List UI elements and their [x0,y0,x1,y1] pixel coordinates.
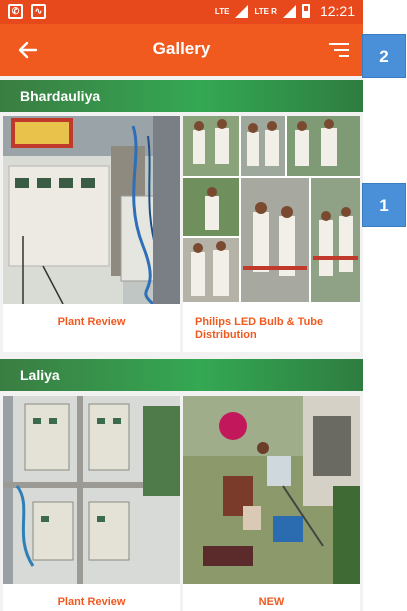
status-bar: ✆ ∿ LTE LTE R 12:21 [0,0,363,24]
new-event-photo [183,396,360,584]
section-header-bhardauliya: Bhardauliya [0,80,363,112]
led-distribution-collage [183,116,360,304]
app-screen: ✆ ∿ LTE LTE R 12:21 Gallery Bhardauliya [0,0,363,611]
gallery-card-plant-review[interactable]: Plant Review [3,116,180,352]
clock: 12:21 [319,3,355,19]
plant-review-photo [3,396,180,584]
card-caption: Plant Review [57,596,126,608]
gallery-card-plant-review[interactable]: Plant Review [3,396,180,611]
battery-icon [301,4,310,18]
page-title: Gallery [152,39,211,58]
app-bar: Gallery [0,24,363,76]
card-caption: Philips LED Bulb & Tube Distribution [195,316,324,341]
annotation-badge-1: 1 [362,183,406,227]
annotation-badge-2: 2 [362,34,406,78]
lte-roaming-indicator: LTE R [254,6,277,16]
activity-icon: ∿ [31,4,46,19]
plant-review-photo [3,116,180,304]
lte-indicator: LTE [214,6,230,16]
phone-icon: ✆ [8,4,23,19]
signal-icon [282,4,296,18]
gallery-card-new[interactable]: NEW [183,396,360,611]
section-header-laliya: Laliya [0,359,363,391]
gallery-card-led-distribution[interactable]: Philips LED Bulb & Tube Distribution [183,116,360,352]
card-caption: Plant Review [57,316,126,328]
sort-filter-icon[interactable] [327,38,351,62]
signal-icon [235,4,249,18]
card-caption: NEW [258,596,285,608]
